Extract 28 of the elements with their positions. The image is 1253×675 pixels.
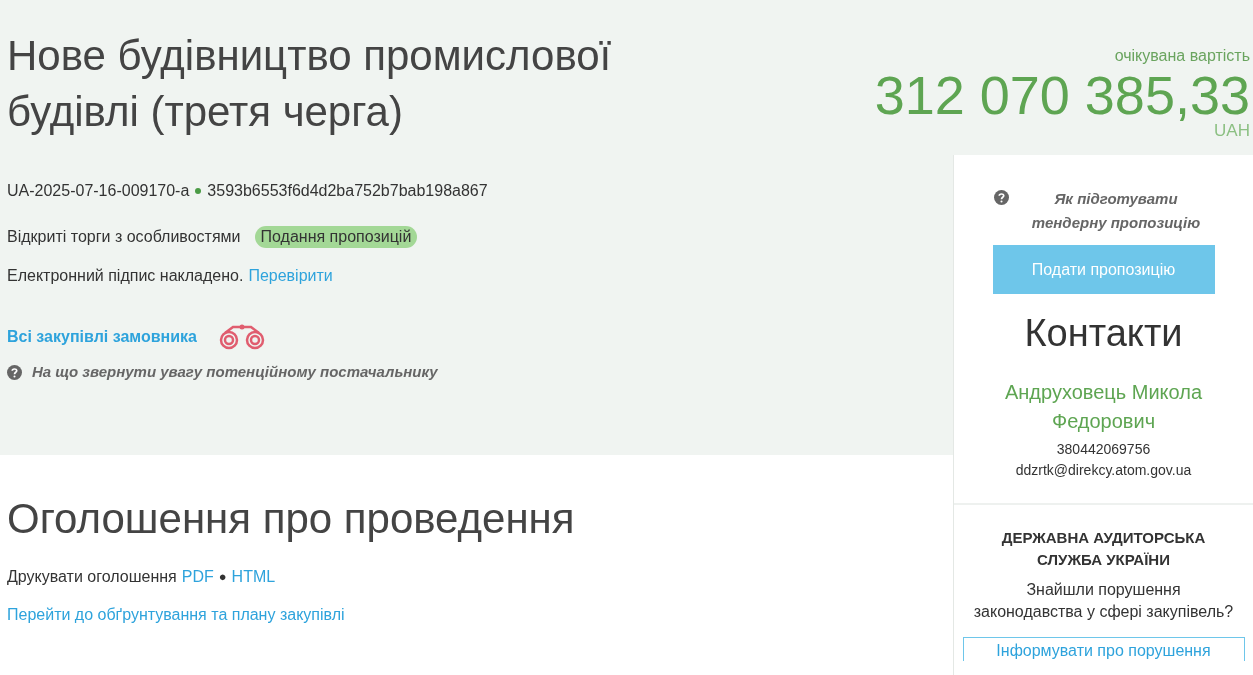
format-link[interactable]: HTML	[231, 565, 276, 589]
supplier-hint-link[interactable]: На що звернути увагу потенційному постачальнику	[32, 360, 438, 384]
audit-service-heading: ДЕРЖАВНА АУДИТОРСЬКА СЛУЖБА УКРАЇНИ	[1000, 528, 1207, 570]
expected-value-label: очікувана вартість	[1114, 46, 1250, 66]
plan-link[interactable]: Перейти до обґрунтування та плану закупівлі	[7, 603, 345, 627]
contacts-heading: Контакти	[1024, 311, 1183, 356]
tender-id: UA-2025-07-16-009170-a	[7, 181, 190, 201]
signature-status: Електронний підпис накладено.	[7, 266, 244, 286]
contact-phone: 380442069756	[1056, 440, 1151, 459]
tender-hash: 3593b6553f6d4d2ba752b7bab198a867	[207, 181, 488, 201]
section-heading: Оголошення про проведення	[7, 494, 575, 544]
help-icon[interactable]	[993, 190, 1009, 205]
tender-guide-link[interactable]: Як підготувати тендерну пропозицію	[1018, 187, 1214, 235]
format-link[interactable]: PDF	[181, 565, 214, 589]
print-label: Друкувати оголошення	[7, 567, 177, 587]
contact-name: Андруховець Микола Федорович	[1003, 380, 1204, 434]
procedure-type: Відкриті торги з особливостями	[7, 227, 241, 247]
report-violation-button[interactable]: Інформувати про порушення	[962, 637, 1245, 661]
submit-bid-button[interactable]: Подати пропозицію	[992, 245, 1215, 294]
page-title: Нове будівництво промислової будівлі (третя черга)	[7, 31, 613, 137]
verify-link[interactable]: Перевірити	[248, 264, 333, 288]
audit-question: Знайшли порушення законодавства у сфері закупівель?	[972, 580, 1235, 622]
status-badge: Подання пропозицій	[254, 226, 418, 248]
help-icon[interactable]	[7, 364, 22, 380]
currency-label: UAH	[1214, 122, 1250, 140]
customer-procurements-link[interactable]: Всі закупівлі замовника	[7, 325, 197, 349]
contact-email: ddzrtk@direkcy.atom.gov.ua	[1015, 461, 1192, 480]
separator-dot: ●	[218, 568, 227, 587]
